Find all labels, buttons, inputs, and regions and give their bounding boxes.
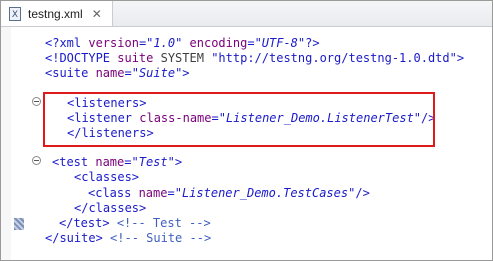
close-icon[interactable]: ✕ <box>92 8 102 20</box>
xml-file-icon: X <box>9 6 21 21</box>
editor-tab-bar: X testng.xml ✕ <box>1 1 492 27</box>
fold-toggle-icon[interactable] <box>32 97 41 106</box>
tab-testng-xml[interactable]: X testng.xml ✕ <box>1 1 113 26</box>
editor-ruler <box>1 27 11 260</box>
code-line: <!DOCTYPE suite SYSTEM "http://testng.or… <box>45 51 465 65</box>
fold-toggle-icon[interactable] <box>32 156 41 165</box>
listener-highlight-box <box>43 92 435 147</box>
bookmark-marker-icon[interactable] <box>14 218 24 230</box>
code-line: <suite name="Suite"> <box>45 66 190 80</box>
code-line: </suite> <!-- Suite --> <box>45 231 212 245</box>
code-line: </classes> <box>74 201 147 215</box>
code-line: <class name="Listener_Demo.TestCases"/> <box>88 186 370 200</box>
code-line: <test name="Test"> <box>52 155 183 169</box>
code-line: </test> <!-- Test --> <box>59 216 211 230</box>
code-line: <?xml version="1.0" encoding="UTF-8"?> <box>45 36 320 50</box>
code-line: <classes> <box>74 170 140 184</box>
tab-label: testng.xml <box>28 6 83 21</box>
